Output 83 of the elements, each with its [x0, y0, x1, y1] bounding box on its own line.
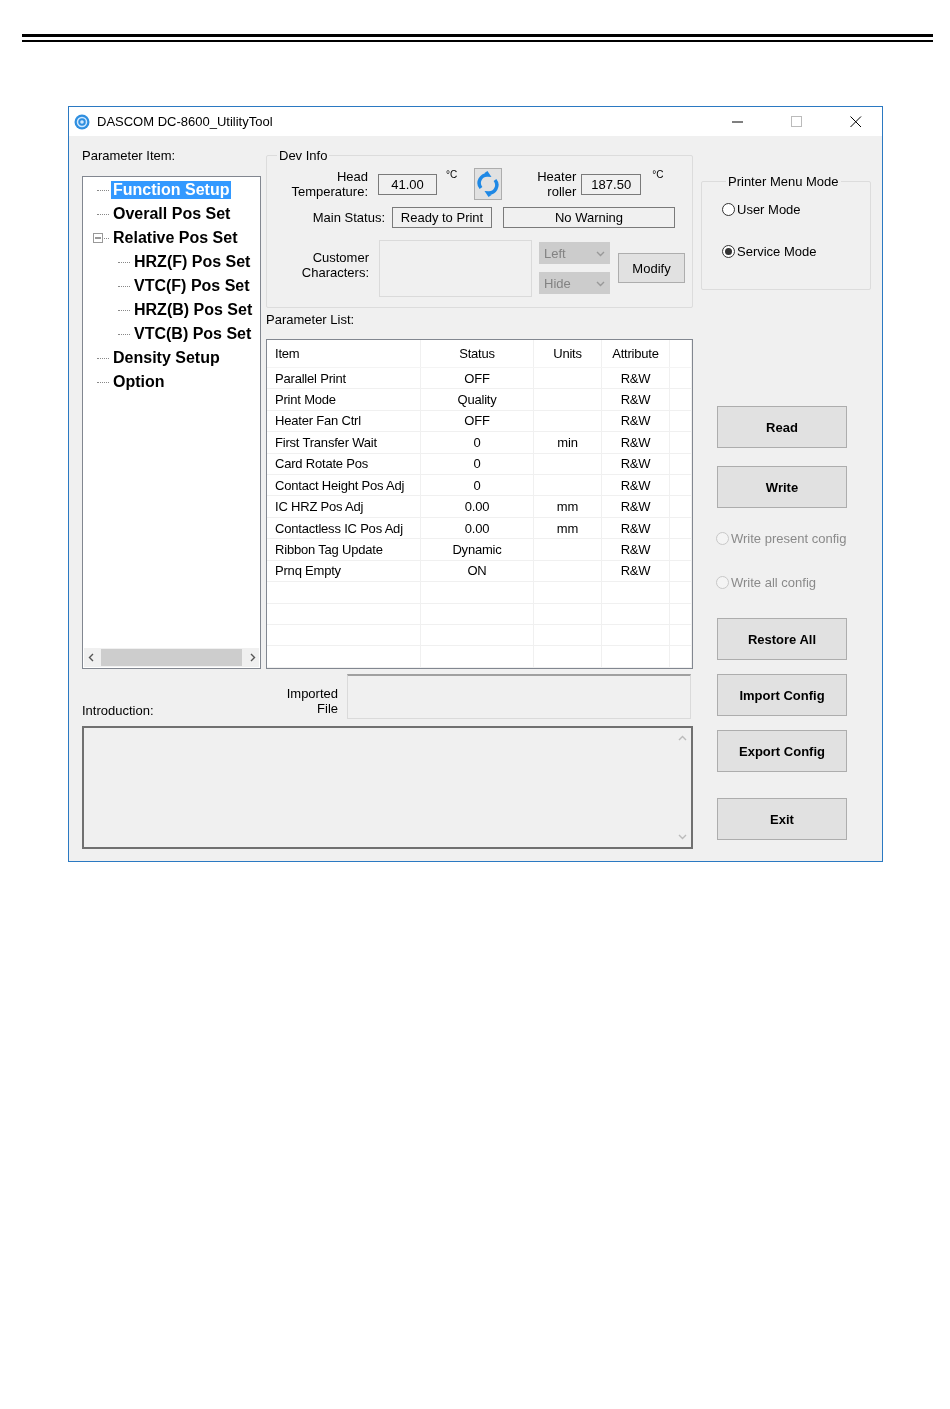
horizontal-scrollbar[interactable]: [84, 648, 259, 667]
table-cell: First Transfer Wait: [275, 434, 377, 450]
parameter-list-label: Parameter List:: [266, 312, 356, 328]
table-cell: Heater Fan Ctrl: [275, 413, 361, 429]
close-icon: [850, 115, 862, 128]
head-temperature-label: Head Temperature:: [290, 169, 368, 199]
imported-file-label: Imported File: [285, 686, 338, 716]
scroll-down-icon[interactable]: [677, 832, 687, 841]
table-cell: R&W: [620, 391, 651, 407]
table-cell: Card Rotate Pos: [275, 456, 369, 472]
table-cell: OFF: [464, 370, 490, 386]
heater-roller-label: Heater roller: [536, 169, 577, 199]
dev-info-legend: Dev Info: [277, 148, 330, 163]
modify-button[interactable]: Modify: [618, 253, 685, 283]
radio-option[interactable]: User Mode: [722, 199, 850, 219]
tree-item[interactable]: HRZ(B) Pos Set: [132, 301, 255, 319]
table-cell: min: [557, 434, 578, 450]
main-status-label: Main Status:: [311, 210, 385, 225]
action-button[interactable]: Write: [717, 466, 847, 508]
introduction-label: Introduction:: [82, 703, 155, 719]
heater-roller-field: 187.50: [581, 173, 642, 195]
column-header[interactable]: Status: [459, 345, 495, 361]
action-button[interactable]: Export Config: [717, 730, 847, 772]
table-cell: 0: [473, 456, 481, 472]
introduction-text-area[interactable]: [82, 726, 693, 849]
head-temperature-field: 41.00: [378, 173, 437, 195]
table-cell: OFF: [464, 413, 490, 429]
warning-field: No Warning: [503, 207, 675, 228]
table-cell: Contactless IC Pos Adj: [275, 520, 403, 536]
table-cell: R&W: [620, 520, 651, 536]
radio-option[interactable]: Service Mode: [722, 241, 850, 261]
table-cell: 0.00: [464, 520, 490, 536]
table-cell: R&W: [620, 456, 651, 472]
tree-item[interactable]: Option: [111, 373, 167, 391]
column-header[interactable]: Units: [553, 345, 582, 361]
table-cell: R&W: [620, 499, 651, 515]
table-cell: ON: [467, 563, 487, 579]
tree-item[interactable]: HRZ(F) Pos Set: [132, 253, 253, 271]
action-button[interactable]: Read: [717, 406, 847, 448]
scroll-left-icon[interactable]: [86, 653, 96, 662]
table-cell: 0: [473, 477, 481, 493]
table-cell: R&W: [620, 542, 651, 557]
table-cell: Ribbon Tag Update: [275, 542, 383, 557]
table-cell: mm: [556, 499, 579, 515]
scroll-up-icon[interactable]: [677, 734, 687, 743]
table-cell: R&W: [620, 434, 651, 450]
unit-label: °C: [446, 169, 458, 180]
table-cell: Quality: [457, 391, 497, 407]
tree-item[interactable]: Density Setup: [111, 349, 222, 367]
action-button[interactable]: Import Config: [717, 674, 847, 716]
table-cell: Contact Height Pos Adj: [275, 477, 405, 493]
unit-label: °C: [652, 169, 664, 180]
maximize-icon: [791, 115, 803, 128]
main-status-field: Ready to Print: [392, 207, 492, 228]
refresh-button[interactable]: [474, 168, 503, 200]
table-cell: R&W: [620, 477, 651, 493]
table-cell: mm: [556, 520, 579, 536]
column-header[interactable]: Attribute: [612, 345, 659, 361]
parameter-item-label: Parameter Item:: [82, 148, 177, 164]
window-title: DASCOM DC-8600_UtilityTool: [97, 114, 274, 129]
refresh-icon: [476, 170, 501, 198]
tree-item[interactable]: VTC(B) Pos Set: [132, 325, 254, 343]
table-cell: R&W: [620, 563, 651, 579]
table-cell: R&W: [620, 370, 651, 386]
table-cell: Parallel Print: [275, 370, 346, 386]
customer-characters-label: Customer Characters:: [300, 250, 369, 280]
imported-file-field[interactable]: [347, 674, 691, 719]
printer-menu-mode-legend: Printer Menu Mode: [726, 174, 841, 189]
table-cell: 0.00: [464, 499, 490, 515]
table-cell: R&W: [620, 413, 651, 429]
action-button[interactable]: Restore All: [717, 618, 847, 660]
tree-item[interactable]: VTC(F) Pos Set: [132, 277, 252, 295]
app-icon: [74, 113, 90, 130]
action-button[interactable]: Exit: [717, 798, 847, 840]
table-cell: Prnq Empty: [275, 563, 341, 579]
table-cell: Dynamic: [452, 542, 502, 557]
tree-item[interactable]: Overall Pos Set: [111, 205, 233, 223]
table-cell: Print Mode: [275, 391, 336, 407]
tree-item[interactable]: Relative Pos Set: [111, 229, 240, 247]
table-cell: 0: [473, 434, 481, 450]
table-cell: IC HRZ Pos Adj: [275, 499, 364, 515]
collapse-icon[interactable]: [93, 233, 103, 243]
column-header[interactable]: Item: [275, 345, 300, 361]
